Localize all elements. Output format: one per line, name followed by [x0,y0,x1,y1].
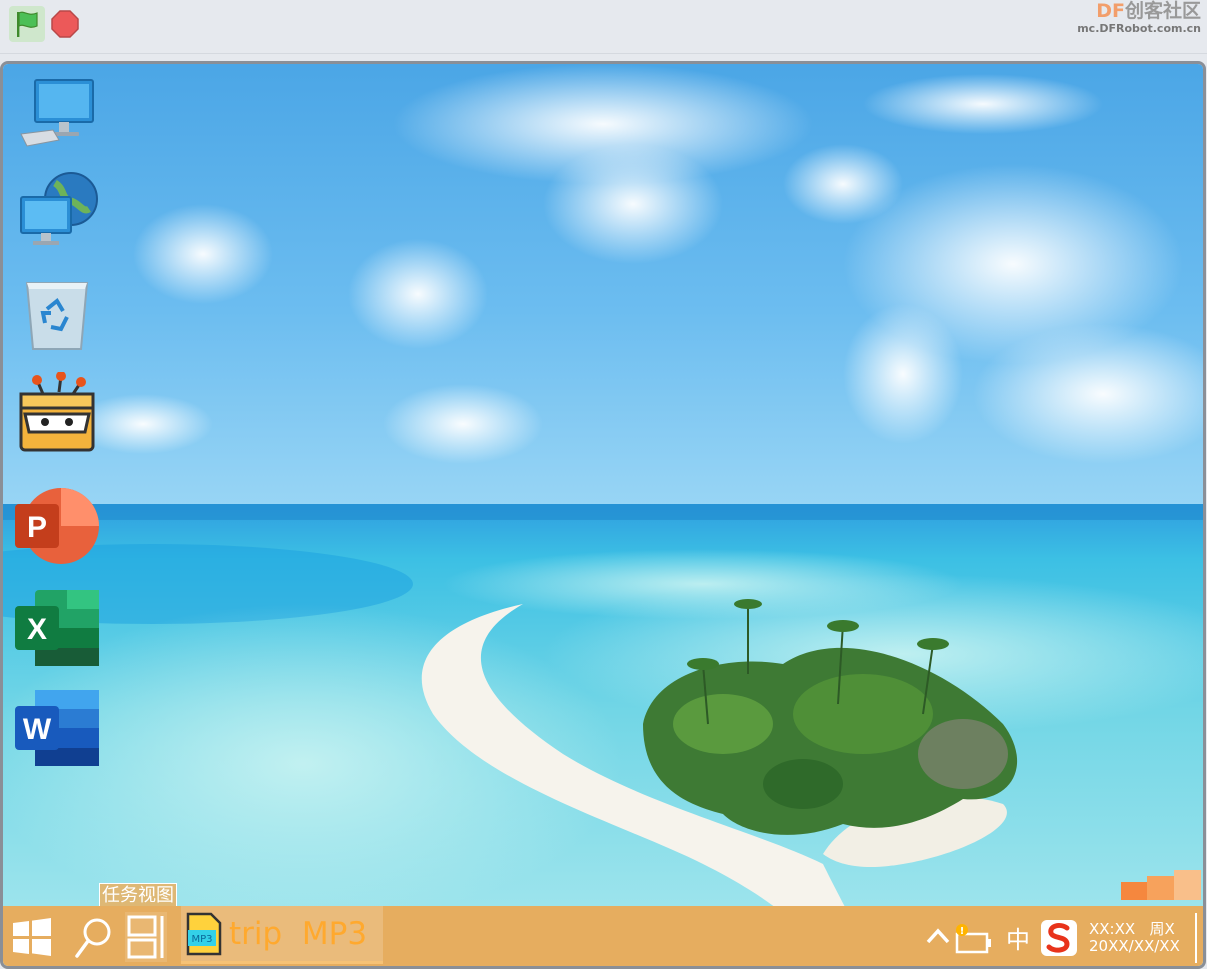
windows-logo-icon [13,918,51,956]
robot-icon [19,372,95,452]
globe-monitor-icon [20,172,98,245]
excel-letter: X [27,613,47,646]
powerpoint-icon[interactable]: P [13,482,101,570]
system-tray: ! 中 XX:XX 周X 20XX/XX/XX [923,906,1203,966]
show-desktop-button[interactable] [1195,912,1201,963]
mind-plus-icon[interactable] [13,370,101,458]
network-icon[interactable] [13,167,101,255]
taskbar: MP3 trip MP3 ! 中 XX:XX 周X 20XX/XX/XX [3,906,1203,966]
recycle-bin-icon[interactable] [13,270,101,358]
excel-logo-icon: X [15,590,99,666]
beach-wallpaper [3,64,1203,966]
mp3-icon-label: MP3 [191,934,212,945]
stage-toolbar: DF创客社区 mc.DFRobot.com.cn [0,0,1207,54]
start-button[interactable] [12,918,52,960]
stop-icon [51,10,79,38]
battery-icon: ! [955,923,991,953]
brand-name: 创客社区 [1124,0,1201,22]
powerpoint-letter: P [27,511,47,544]
search-icon [75,918,111,958]
brand-url: mc.DFRobot.com.cn [1077,22,1201,35]
clock[interactable]: XX:XX 周X 20XX/XX/XX [1083,919,1195,955]
taskbar-app-label: trip MP3 [229,915,368,952]
task-view-icon [127,915,164,959]
mp3-file-icon: MP3 [186,912,222,955]
stop-button[interactable] [49,8,81,40]
corner-signal-bars-icon [1121,870,1201,900]
stage[interactable]: P X W 任务视图 MP3 trip MP3 ! 中 XX:XX 周X 20X… [0,61,1206,969]
word-icon[interactable]: W [13,684,101,772]
show-hidden-icons-button[interactable] [923,924,953,952]
ime-mode-button[interactable]: 中 [1001,920,1035,955]
brand-watermark: DF创客社区 mc.DFRobot.com.cn [1077,0,1201,35]
clock-time: XX:XX 周X [1089,919,1175,938]
taskbar-app-trip-mp3[interactable]: MP3 trip MP3 [181,906,383,964]
monitor-icon [20,79,94,147]
sogou-logo-icon [1041,919,1077,956]
brand-prefix: DF [1096,0,1125,22]
svg-text:!: ! [960,926,965,937]
trash-icon [25,282,89,350]
search-button[interactable] [73,916,113,964]
this-pc-icon[interactable] [13,70,101,158]
sogou-ime-button[interactable] [1035,919,1083,957]
chevron-up-icon [926,927,950,943]
green-flag-icon [17,11,38,37]
word-logo-icon: W [15,690,99,766]
clock-date: 20XX/XX/XX [1089,936,1180,955]
battery-button[interactable]: ! [953,918,1001,958]
excel-icon[interactable]: X [13,584,101,672]
green-flag-button[interactable] [9,6,45,42]
task-view-button[interactable] [125,912,167,962]
word-letter: W [23,713,52,746]
powerpoint-logo-icon: P [15,488,99,564]
